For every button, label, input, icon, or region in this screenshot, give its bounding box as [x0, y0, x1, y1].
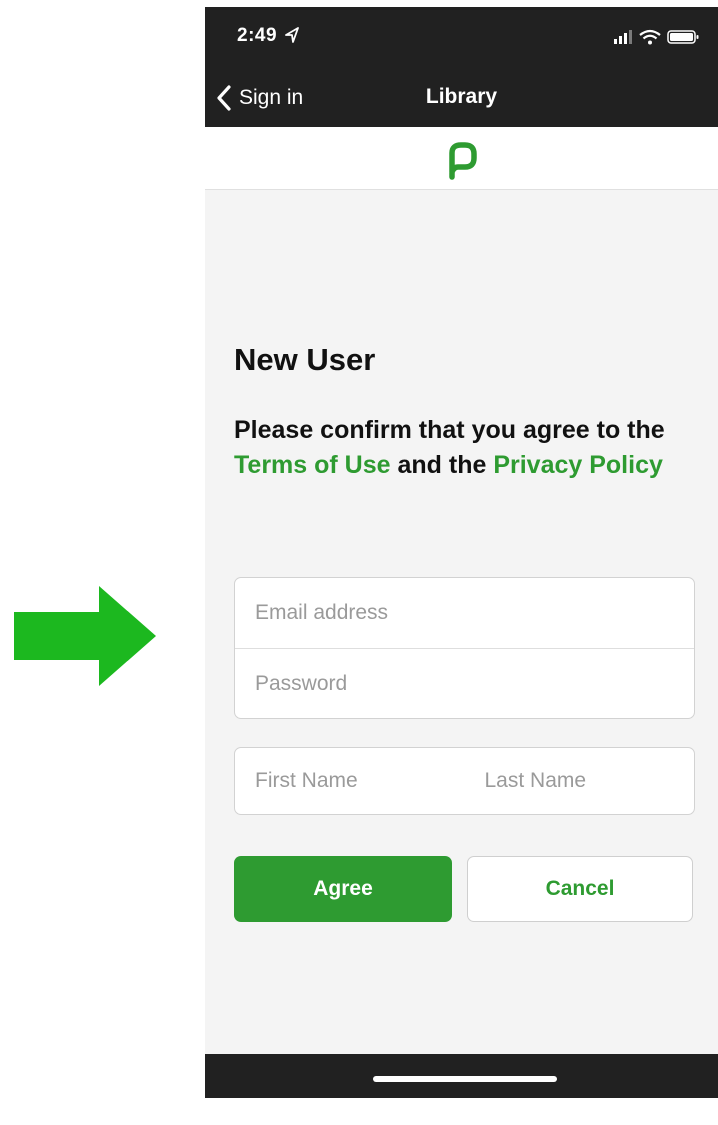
libby-logo-icon [449, 142, 477, 180]
status-time: 2:49 [237, 25, 278, 46]
location-arrow-icon [285, 27, 299, 43]
right-arrow-icon [14, 586, 156, 686]
phone-screen: 2:49 Sign in Library New User Please con… [205, 7, 718, 1098]
battery-icon [667, 30, 699, 44]
signal-icon [614, 30, 632, 44]
terms-of-use-link[interactable]: Terms of Use [234, 451, 391, 479]
navigation-bar: Sign in Library [205, 69, 718, 127]
password-field[interactable]: Password [235, 648, 694, 719]
form-intro: New User Please confirm that you agree t… [234, 342, 696, 483]
page-title: Library [425, 85, 498, 108]
confirm-text-part1: Please confirm that you agree to the [234, 416, 665, 444]
first-name-placeholder: First Name [255, 769, 358, 792]
last-name-placeholder: Last Name [484, 769, 587, 792]
email-placeholder: Email address [255, 601, 389, 624]
home-indicator[interactable] [373, 1076, 557, 1082]
cancel-button[interactable]: Cancel [467, 856, 693, 922]
confirm-text: Please confirm that you agree to the Ter… [234, 413, 684, 483]
last-name-field[interactable]: Last Name [465, 748, 695, 814]
privacy-policy-link[interactable]: Privacy Policy [493, 451, 663, 479]
first-name-field[interactable]: First Name [235, 748, 465, 814]
form-heading: New User [234, 342, 376, 377]
home-bar [205, 1054, 718, 1098]
wifi-icon [639, 29, 661, 45]
logo-bar [205, 127, 718, 190]
status-bar: 2:49 [205, 7, 718, 69]
name-group: First Name Last Name [234, 747, 695, 815]
credentials-group: Email address Password [234, 577, 695, 719]
email-field[interactable]: Email address [235, 578, 694, 648]
agree-button[interactable]: Agree [234, 856, 452, 922]
password-placeholder: Password [255, 672, 348, 695]
confirm-text-part2: and the [390, 451, 494, 479]
system-icons [614, 29, 699, 45]
